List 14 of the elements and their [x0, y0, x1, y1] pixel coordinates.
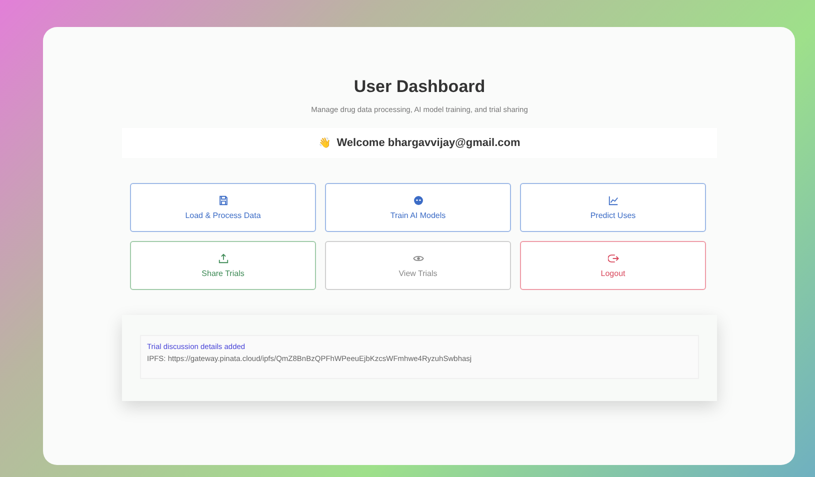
logout-icon	[608, 253, 618, 264]
action-button[interactable]: View Trials	[325, 241, 511, 290]
robot-face-icon	[412, 195, 424, 206]
action-button[interactable]: Predict Uses	[520, 183, 706, 232]
upload-icon	[218, 253, 228, 264]
wave-emoji: 👋	[318, 137, 331, 149]
eye-icon	[412, 253, 424, 264]
page-title: User Dashboard	[352, 77, 486, 97]
action-button[interactable]: Train AI Models	[325, 183, 511, 232]
action-button[interactable]: Share Trials	[130, 241, 316, 290]
action-button[interactable]: Load & Process Data	[130, 183, 316, 232]
line-chart-icon	[608, 195, 618, 206]
action-button[interactable]: Logout	[520, 241, 706, 290]
welcome-text: Welcome bhargavvijay@gmail.com	[336, 137, 520, 149]
